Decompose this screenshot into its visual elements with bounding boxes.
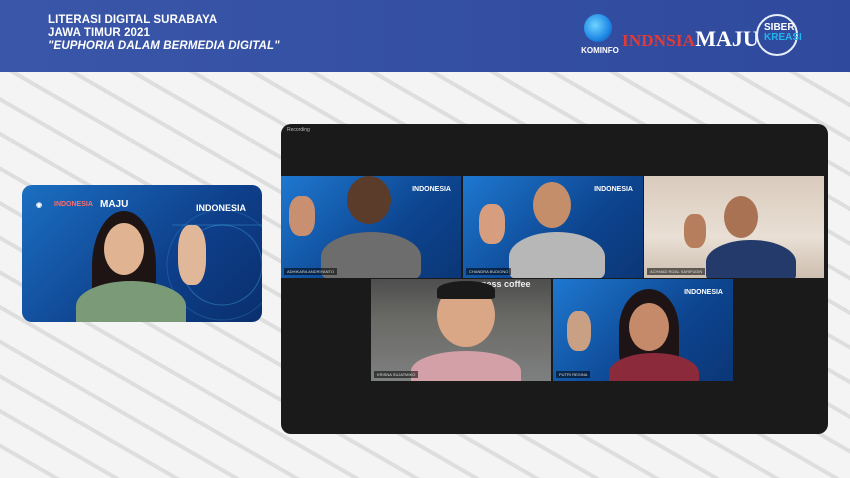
participant-head [533, 182, 571, 228]
kominfo-label: KOMINFO [581, 46, 619, 55]
video-call-window: Recording INDONESIA ADHIKARA ANDRIYANTO … [281, 124, 828, 434]
recording-label: Recording [287, 127, 310, 133]
participant-body [706, 240, 796, 278]
participant-hair [437, 281, 495, 299]
video-tile[interactable]: INDONESIA ADHIKARA ANDRIYANTO [281, 176, 461, 278]
participant-head [629, 303, 669, 351]
indonesia-maju-logo: INDNSIAMAJU [622, 26, 759, 51]
video-tile[interactable]: ACHMAD RIZAL SARIFUDIN [644, 176, 824, 278]
participant-hand [567, 311, 591, 351]
event-title-line1: LITERASI DIGITAL SURABAYA [48, 14, 218, 26]
host-brand-maju: MAJU [100, 199, 129, 210]
participant-head [347, 176, 391, 224]
participant-name: KRISNA SUJATMIKO [374, 371, 419, 378]
kominfo-logo: KOMINFO [578, 10, 619, 62]
participant-body [509, 232, 605, 278]
host-brand-small: INDONESIA [54, 201, 93, 208]
event-title: LITERASI DIGITAL SURABAYA JAWA TIMUR 202… [48, 14, 280, 53]
indonesia-wordmark: INDNSIA [622, 31, 696, 50]
kreasi-word: KREASI [764, 32, 802, 43]
participant-hand [479, 204, 505, 244]
video-tile[interactable]: INDONESIA CHANDRA BUDIONO [463, 176, 643, 278]
tile-brand: INDONESIA [594, 186, 633, 193]
participant-name: PUTRI REGINA [556, 371, 591, 378]
siberkreasi-logo: SIBER KREASI [756, 14, 804, 58]
host-video-panel: ◉ INDONESIA MAJU INDONESIA [22, 185, 262, 322]
host-face [104, 223, 144, 275]
participant-name: CHANDRA BUDIONO [466, 268, 512, 275]
maju-wordmark: MAJU [695, 26, 759, 51]
participant-hand [289, 196, 315, 236]
video-tile[interactable]: INDONESIA PUTRI REGINA [553, 279, 733, 381]
participant-head [724, 196, 758, 238]
host-mini-kominfo-icon: ◉ [36, 202, 43, 209]
participant-hand [684, 214, 706, 248]
event-title-line3: "EUPHORIA DALAM BERMEDIA DIGITAL" [48, 40, 280, 52]
video-tile[interactable]: ness coffee KRISNA SUJATMIKO [371, 279, 551, 381]
tile-brand: INDONESIA [684, 289, 723, 296]
kominfo-emblem-icon [584, 14, 612, 42]
participant-name: ACHMAD RIZAL SARIFUDIN [647, 268, 706, 275]
event-title-line2: JAWA TIMUR 2021 [48, 27, 151, 39]
participant-body [411, 351, 521, 381]
tile-brand: INDONESIA [412, 186, 451, 193]
event-header: LITERASI DIGITAL SURABAYA JAWA TIMUR 202… [0, 0, 850, 72]
host-brand-big: INDONESIA [195, 203, 246, 213]
participant-name: ADHIKARA ANDRIYANTO [284, 268, 337, 275]
host-hand [178, 225, 206, 285]
